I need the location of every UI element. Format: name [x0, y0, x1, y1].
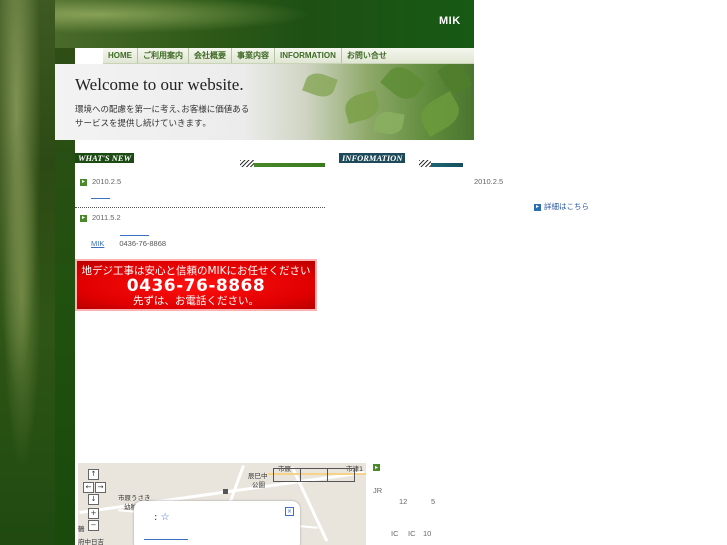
map-zoom-in-button[interactable]: + — [88, 508, 99, 519]
map-label-e: 鶴 — [78, 525, 85, 533]
nav-guide[interactable]: ご利用案内 — [138, 48, 189, 63]
nav-business[interactable]: 事業内容 — [232, 48, 275, 63]
leaf-decoration — [373, 109, 405, 137]
news-date-1: 2010.2.5 — [92, 177, 122, 186]
news-entry-1: ▸ 2010.2.5 — [80, 177, 121, 186]
map-info-window: × : ☆ — [134, 501, 300, 545]
route-ic2: IC — [408, 529, 416, 538]
route-table — [273, 468, 355, 482]
news-entry-2-body: MIK 0436-76-8868 — [91, 239, 166, 248]
map-marker-icon[interactable] — [223, 489, 228, 494]
chideji-banner[interactable]: 地デジ工事は安心と信頼のMIKにお任せください 0436-76-8868 先ずは… — [75, 259, 317, 311]
information-bar — [339, 163, 463, 167]
news-entry-2: ▸ 2011.5.2 — [80, 213, 121, 222]
news-link-2-underline[interactable] — [120, 235, 149, 236]
site-logo[interactable]: MIK — [439, 15, 461, 27]
map-pan-down-button[interactable]: ↓ — [88, 494, 99, 505]
hero-tagline-line2: サービスを提供し続けていきます｡ — [75, 119, 207, 129]
route-cell — [300, 468, 328, 482]
nav-home[interactable]: HOME — [103, 48, 138, 63]
information-more-label[interactable]: 詳細はこちら — [544, 202, 589, 211]
news-divider — [75, 207, 325, 208]
hero-title: Welcome to our website. — [75, 75, 244, 94]
map-popup-title: : ☆ — [154, 512, 170, 523]
leaf-decoration — [380, 64, 426, 106]
map-popup-colon: : — [154, 512, 158, 523]
map-pan-right-button[interactable]: → — [95, 482, 106, 493]
nav-contact[interactable]: お問い合せ — [342, 48, 392, 63]
hero-tagline-line1: 環境への配慮を第一に考え､お客様に価値ある — [75, 105, 250, 115]
news-date-2: 2011.5.2 — [92, 213, 121, 222]
global-nav: HOME ご利用案内 会社概要 事業内容 INFORMATION お問い合せ — [103, 48, 474, 64]
leaf-decoration — [415, 91, 465, 137]
arrow-icon: ▸ — [534, 203, 541, 211]
whats-new-bar — [75, 163, 325, 167]
map-label-park: 公園 — [252, 481, 265, 489]
star-icon: ☆ — [160, 512, 170, 523]
whats-new-header: WHAT'S NEW — [75, 151, 325, 167]
map-label-town-c: 府中日吉 — [78, 538, 104, 545]
route-num2: 5 — [431, 497, 436, 506]
leaf-decoration — [302, 69, 338, 101]
route-ic1: IC — [391, 529, 399, 538]
forest-background-left — [0, 0, 55, 545]
route-cell — [327, 468, 355, 482]
nav-company[interactable]: 会社概要 — [189, 48, 232, 63]
route-num1: 12 — [399, 497, 408, 506]
hero-banner: Welcome to our website. 環境への配慮を第一に考え､お客様… — [55, 64, 474, 140]
whats-new-stripes — [240, 160, 254, 167]
information-stripes — [419, 160, 431, 167]
leaf-decoration — [437, 64, 473, 97]
banner-line3: 先ずは、お電話ください。 — [133, 295, 259, 307]
map-popup-link[interactable] — [144, 539, 188, 540]
header-band — [55, 0, 474, 48]
route-jr: JR — [373, 486, 383, 495]
nav-information[interactable]: INFORMATION — [275, 48, 342, 63]
hero-tagline: 環境への配慮を第一に考え､お客様に価値ある サービスを提供し続けていきます｡ — [75, 103, 315, 131]
information-header: INFORMATION — [339, 151, 463, 167]
news-phone: 0436-76-8868 — [119, 239, 167, 248]
map-zoom-out-button[interactable]: − — [88, 520, 99, 531]
arrow-icon: ▸ — [80, 214, 87, 222]
route-arrow-icon: ▸ — [373, 464, 380, 471]
banner-phone: 0436-76-8868 — [126, 276, 266, 296]
route-cell — [273, 468, 301, 482]
information-more-link[interactable]: ▸ 詳細はこちら — [534, 201, 589, 212]
information-date: 2010.2.5 — [474, 177, 504, 186]
map-pan-left-button[interactable]: ← — [83, 482, 94, 493]
news-link-mik[interactable]: MIK — [91, 239, 104, 248]
route-num3: 10 — [423, 529, 432, 538]
map-pan-up-button[interactable]: ↑ — [88, 469, 99, 480]
arrow-icon: ▸ — [80, 178, 87, 186]
news-link-1[interactable] — [91, 198, 110, 199]
map-popup-close-icon[interactable]: × — [285, 507, 294, 516]
